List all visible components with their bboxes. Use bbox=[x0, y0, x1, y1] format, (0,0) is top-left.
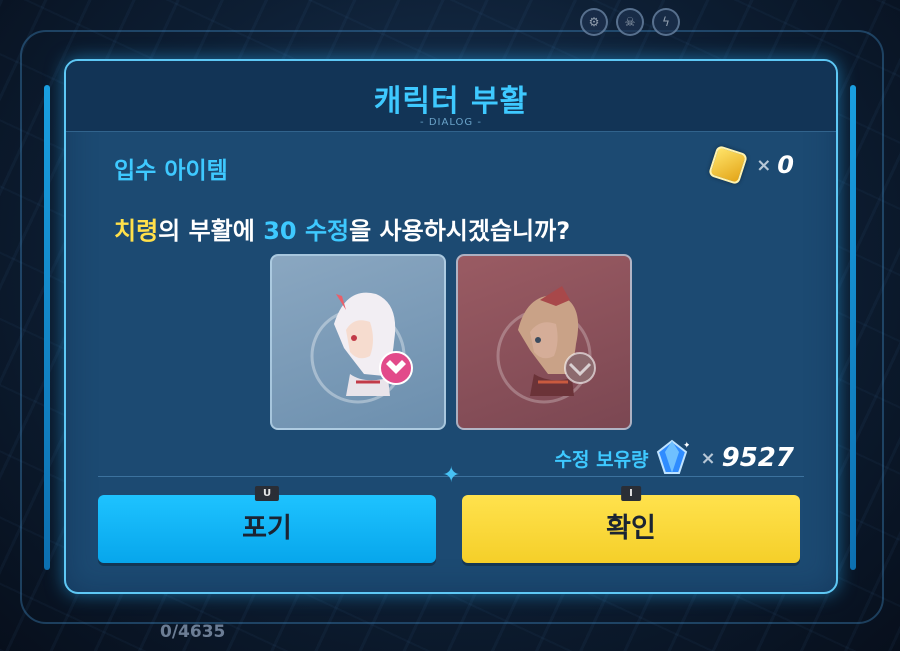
white-haired-character-icon bbox=[310, 292, 413, 404]
dialog-title: 캐릭터 부활 bbox=[373, 84, 529, 119]
dialog-subtitle: - DIALOG - bbox=[420, 117, 482, 128]
coin-multiplier: × bbox=[756, 154, 772, 176]
coin-counter: × 0 bbox=[708, 144, 794, 186]
lightning-icon: ϟ bbox=[652, 8, 680, 36]
crystal-balance: 수정 보유량 ✦ × 9527 bbox=[555, 439, 794, 477]
character-portrait-valkyrie-blonde[interactable] bbox=[456, 254, 632, 430]
hotkey-badge-i: I bbox=[621, 486, 641, 501]
confirm-label: 확인 bbox=[606, 513, 656, 544]
section-label: 입수 아이템 bbox=[114, 158, 228, 184]
coin-icon bbox=[708, 144, 749, 186]
character-portrait-valkyrie-white[interactable] bbox=[270, 254, 446, 430]
hotkey-badge-u: U bbox=[254, 486, 280, 501]
crystal-icon: ✦ bbox=[656, 439, 689, 474]
gear-icon: ⚙ bbox=[580, 8, 608, 36]
question-text-2: 을 사용하시겠습니까? bbox=[349, 217, 571, 245]
give-up-button[interactable]: U 포기 bbox=[98, 486, 436, 563]
question-text-1: 의 부활에 bbox=[158, 217, 264, 245]
sparkle-icon: ✦ bbox=[442, 463, 461, 488]
blonde-character-icon bbox=[496, 286, 596, 404]
top-status-icons: ⚙ ☠ ϟ bbox=[580, 8, 680, 36]
crystal-multiplier: × bbox=[700, 447, 716, 469]
svg-text:✦: ✦ bbox=[683, 441, 689, 451]
character-name: 치령 bbox=[114, 217, 159, 245]
left-frame-bar bbox=[44, 85, 50, 570]
right-frame-bar bbox=[850, 85, 856, 570]
crystal-cost: 30 수정 bbox=[263, 217, 350, 245]
revive-question: 치령의 부활에 30 수정을 사용하시겠습니까? bbox=[114, 211, 570, 246]
skull-icon: ☠ bbox=[616, 8, 644, 36]
give-up-label: 포기 bbox=[242, 513, 292, 544]
dialog-header: 캐릭터 부활 - DIALOG - bbox=[66, 61, 836, 132]
crystal-count: 9527 bbox=[721, 443, 794, 473]
crystal-label: 수정 보유량 bbox=[554, 448, 649, 471]
confirm-button[interactable]: I 확인 bbox=[462, 486, 800, 563]
progress-counter: 0/4635 bbox=[160, 622, 226, 642]
revive-dialog: 캐릭터 부활 - DIALOG - 입수 아이템 × 0 치령의 부활에 30 … bbox=[64, 59, 838, 594]
coin-count: 0 bbox=[777, 151, 794, 179]
